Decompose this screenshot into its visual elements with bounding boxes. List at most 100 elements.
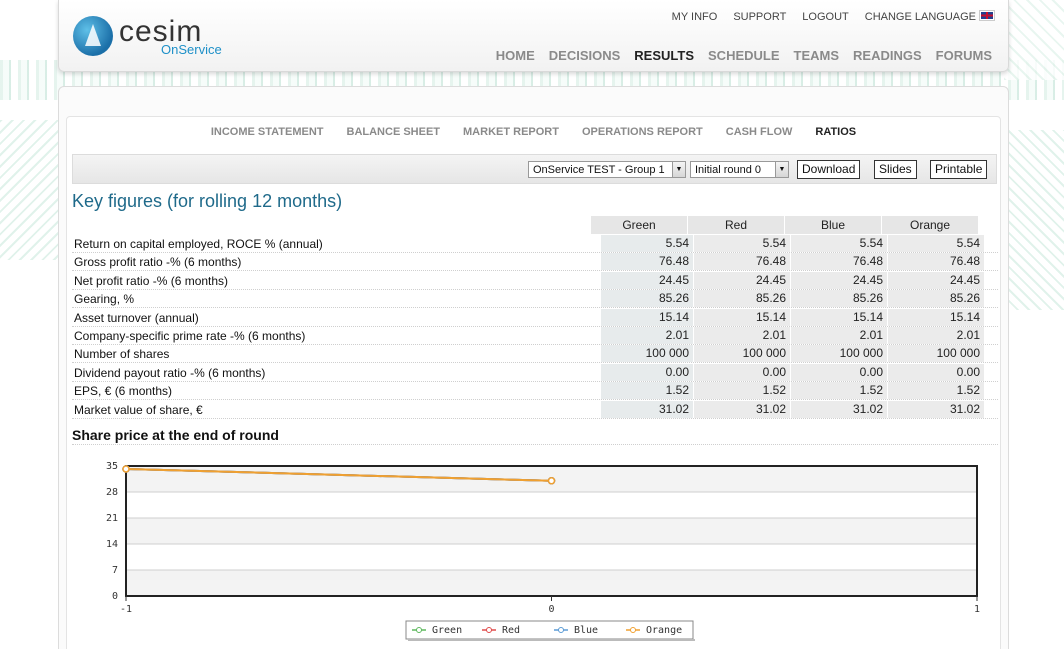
- table-cell: 100 000: [887, 345, 984, 363]
- table-cell: 24.45: [693, 271, 790, 289]
- table-cell: 5.54: [693, 235, 790, 252]
- row-label: Gearing, %: [74, 292, 135, 307]
- table-cell: 15.14: [887, 308, 984, 326]
- data-point-orange: [547, 477, 556, 485]
- legend-marker: [630, 627, 636, 633]
- tab-operations-report[interactable]: OPERATIONS REPORT: [582, 126, 703, 138]
- y-tick-label: 35: [106, 461, 118, 472]
- row-values: 2.01 2.01 2.01 2.01: [600, 327, 984, 344]
- round-select[interactable]: Initial round 0 ▼: [690, 161, 789, 178]
- table-cell: 76.48: [600, 253, 693, 271]
- row-label: Return on capital employed, ROCE % (annu…: [74, 237, 323, 251]
- grid-band: [126, 570, 977, 596]
- nav-schedule[interactable]: SCHEDULE: [708, 48, 780, 63]
- dropdown-arrow-icon: ▼: [672, 162, 685, 177]
- row-values: 31.02 31.02 31.02 31.02: [600, 400, 984, 418]
- tab-income-statement[interactable]: INCOME STATEMENT: [211, 126, 324, 138]
- table-row: Return on capital employed, ROCE % (annu…: [72, 235, 998, 253]
- change-language-label: CHANGE LANGUAGE: [864, 11, 976, 23]
- results-subnav: INCOME STATEMENT BALANCE SHEET MARKET RE…: [66, 126, 1001, 138]
- table-cell: 76.48: [693, 253, 790, 271]
- table-header: Green Red Blue Orange: [590, 216, 978, 234]
- nav-teams[interactable]: TEAMS: [794, 48, 840, 63]
- grid-band: [126, 544, 977, 570]
- table-row: Asset turnover (annual) 15.14 15.14 15.14 15…: [72, 308, 998, 327]
- dropdown-arrow-icon: ▼: [775, 162, 788, 177]
- support-link[interactable]: SUPPORT: [733, 11, 786, 23]
- y-tick-label: 0: [112, 591, 118, 602]
- table-row: Gross profit ratio -% (6 months) 76.48 76.…: [72, 253, 998, 272]
- legend-label: Orange: [646, 625, 682, 636]
- row-label: Net profit ratio -% (6 months): [74, 273, 229, 288]
- nav-forums[interactable]: FORUMS: [936, 48, 992, 63]
- chart-legend: Green Red Blue Orange: [405, 620, 695, 641]
- tab-ratios[interactable]: RATIOS: [815, 126, 856, 138]
- logout-link[interactable]: LOGOUT: [802, 11, 848, 23]
- round-select-value: Initial round 0: [695, 164, 762, 176]
- slides-button[interactable]: Slides: [874, 160, 917, 179]
- table-cell: 2.01: [600, 327, 693, 344]
- row-label: Number of shares: [74, 347, 170, 362]
- table-cell: 2.01: [693, 327, 790, 344]
- table-row: Company-specific prime rate -% (6 months…: [72, 327, 998, 345]
- change-language-link[interactable]: CHANGE LANGUAGE: [865, 11, 994, 23]
- table-row: EPS, € (6 months) 1.52 1.52 1.52 1.52: [72, 382, 998, 401]
- table-cell: 100 000: [600, 345, 693, 363]
- row-values: 24.45 24.45 24.45 24.45: [600, 271, 984, 289]
- table-cell: 85.26: [887, 290, 984, 308]
- table-cell: 1.52: [600, 382, 693, 400]
- legend-shadow: [408, 639, 695, 641]
- table-cell: 100 000: [693, 345, 790, 363]
- row-values: 0.00 0.00 0.00 0.00: [600, 363, 984, 381]
- table-cell: 100 000: [790, 345, 887, 363]
- printable-button[interactable]: Printable: [930, 160, 988, 179]
- y-tick-label: 21: [106, 513, 118, 524]
- nav-decisions[interactable]: DECISIONS: [549, 48, 621, 63]
- row-label: Asset turnover (annual): [74, 310, 199, 325]
- table-cell: 31.02: [600, 400, 693, 418]
- background-decoration-top-right: [1004, 0, 1064, 80]
- nav-home[interactable]: HOME: [496, 48, 535, 63]
- grid-band: [126, 492, 977, 518]
- tab-balance-sheet[interactable]: BALANCE SHEET: [347, 126, 441, 138]
- table-cell: 0.00: [600, 363, 693, 381]
- tab-cash-flow[interactable]: CASH FLOW: [726, 126, 793, 138]
- legend-label: Green: [432, 625, 462, 636]
- column-header: Orange: [881, 216, 978, 234]
- nav-results[interactable]: RESULTS: [634, 48, 694, 63]
- table-cell: 15.14: [790, 308, 887, 326]
- table-cell: 0.00: [693, 363, 790, 381]
- x-tick-label: -1: [120, 604, 132, 615]
- column-header: Red: [687, 216, 784, 234]
- y-tick-label: 14: [106, 539, 118, 550]
- table-cell: 5.54: [790, 235, 887, 252]
- legend-label: Blue: [574, 625, 598, 636]
- row-values: 85.26 85.26 85.26 85.26: [600, 290, 984, 308]
- row-values: 100 000 100 000 100 000 100 000: [600, 345, 984, 363]
- table-cell: 85.26: [790, 290, 887, 308]
- table-cell: 15.14: [600, 308, 693, 326]
- table-cell: 24.45: [790, 271, 887, 289]
- y-tick-label: 28: [106, 487, 118, 498]
- table-cell: 0.00: [790, 363, 887, 381]
- row-label: Company-specific prime rate -% (6 months…: [74, 329, 306, 343]
- table-cell: 1.52: [887, 382, 984, 400]
- column-header: Green: [590, 216, 687, 234]
- legend-marker: [558, 627, 564, 633]
- logo-subtitle: OnService: [161, 42, 222, 57]
- y-tick-label: 7: [112, 565, 118, 576]
- nav-readings[interactable]: READINGS: [853, 48, 922, 63]
- download-button[interactable]: Download: [797, 160, 861, 179]
- table-row: Net profit ratio -% (6 months) 24.45 24.45…: [72, 271, 998, 290]
- legend-label: Red: [502, 625, 520, 636]
- results-toolbar: OnService TEST - Group 1 ▼ Initial round…: [72, 154, 997, 184]
- table-cell: 5.54: [887, 235, 984, 252]
- row-values: 76.48 76.48 76.48 76.48: [600, 253, 984, 271]
- table-cell: 85.26: [693, 290, 790, 308]
- my-info-link[interactable]: MY INFO: [672, 11, 718, 23]
- cesim-logo[interactable]: cesim OnService: [73, 16, 233, 60]
- table-cell: 76.48: [887, 253, 984, 271]
- tab-market-report[interactable]: MARKET REPORT: [463, 126, 559, 138]
- group-select[interactable]: OnService TEST - Group 1 ▼: [528, 161, 686, 178]
- table-row: Market value of share, €31.02 31.02 31.02 3…: [72, 400, 998, 419]
